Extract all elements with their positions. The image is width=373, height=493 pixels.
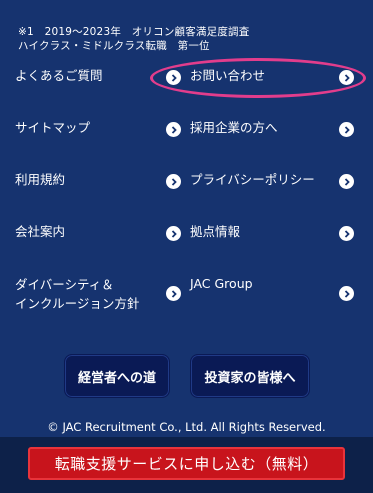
link-employers-label: 採用企業の方へ	[190, 120, 278, 135]
link-jac-group-label: JAC Group	[190, 276, 253, 291]
link-diversity-label: ダイバーシティ＆ インクルージョン方針	[15, 277, 140, 311]
chevron-right-icon[interactable]	[166, 286, 181, 301]
chevron-right-icon[interactable]	[166, 174, 181, 189]
link-sitemap[interactable]: サイトマップ	[15, 119, 90, 137]
award-note: ※1 2019〜2023年 オリコン顧客満足度調査 ハイクラス・ミドルクラス転職…	[18, 26, 250, 52]
chevron-right-icon[interactable]	[166, 226, 181, 241]
link-terms[interactable]: 利用規約	[15, 171, 65, 189]
link-contact[interactable]: お問い合わせ	[190, 67, 265, 85]
chevron-right-icon[interactable]	[339, 286, 354, 301]
link-offices-label: 拠点情報	[190, 224, 241, 239]
link-faq-label: よくあるご質問	[15, 68, 103, 83]
chevron-right-icon[interactable]	[166, 70, 181, 85]
link-privacy[interactable]: プライバシーポリシー	[190, 171, 315, 189]
investor-button[interactable]: 投資家の皆様へ	[190, 354, 310, 398]
link-employers[interactable]: 採用企業の方へ	[190, 119, 278, 137]
link-terms-label: 利用規約	[15, 172, 66, 187]
link-faq[interactable]: よくあるご質問	[15, 67, 103, 85]
chevron-right-icon[interactable]	[339, 122, 354, 137]
link-company[interactable]: 会社案内	[15, 223, 65, 241]
apply-button[interactable]: 転職支援サービスに申し込む（無料）	[28, 447, 345, 480]
link-sitemap-label: サイトマップ	[15, 120, 91, 135]
link-jac-group[interactable]: JAC Group	[190, 275, 253, 293]
chevron-right-icon[interactable]	[339, 70, 354, 85]
link-diversity[interactable]: ダイバーシティ＆ インクルージョン方針	[15, 275, 139, 313]
chevron-right-icon[interactable]	[166, 122, 181, 137]
link-contact-label: お問い合わせ	[190, 68, 266, 83]
chevron-right-icon[interactable]	[339, 174, 354, 189]
chevron-right-icon[interactable]	[339, 226, 354, 241]
link-company-label: 会社案内	[15, 224, 66, 239]
link-offices[interactable]: 拠点情報	[190, 223, 240, 241]
executive-button[interactable]: 経営者への道	[64, 354, 170, 398]
link-privacy-label: プライバシーポリシー	[190, 172, 315, 187]
copyright: © JAC Recruitment Co., Ltd. All Rights R…	[47, 420, 326, 434]
